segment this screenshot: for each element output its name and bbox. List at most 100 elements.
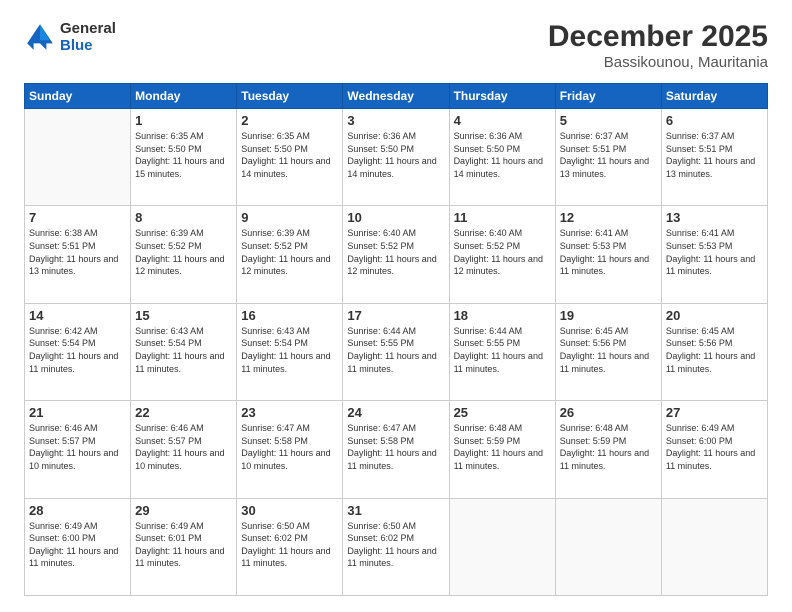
calendar-cell: 11Sunrise: 6:40 AMSunset: 5:52 PMDayligh… — [449, 206, 555, 303]
calendar-cell: 1 Sunrise: 6:35 AMSunset: 5:50 PMDaylight… — [131, 109, 237, 206]
day-number: 19 — [560, 308, 657, 323]
day-info: Sunrise: 6:36 AMSunset: 5:50 PMDaylight:… — [454, 130, 551, 180]
day-number: 18 — [454, 308, 551, 323]
calendar-cell — [555, 498, 661, 595]
day-number: 9 — [241, 210, 338, 225]
day-number: 26 — [560, 405, 657, 420]
calendar-week-row: 28 Sunrise: 6:49 AMSunset: 6:00 PMDayligh… — [25, 498, 768, 595]
day-number: 27 — [666, 405, 763, 420]
calendar-cell: 10 Sunrise: 6:40 AMSunset: 5:52 PMDayligh… — [343, 206, 449, 303]
day-info: Sunrise: 6:40 AMSunset: 5:52 PMDaylight:… — [347, 227, 444, 277]
day-info: Sunrise: 6:42 AMSunset: 5:54 PMDaylight:… — [29, 325, 126, 375]
location-title: Bassikounou, Mauritania — [548, 54, 768, 71]
calendar-cell: 26 Sunrise: 6:48 AMSunset: 5:59 PMDayligh… — [555, 401, 661, 498]
calendar-cell: 15 Sunrise: 6:43 AMSunset: 5:54 PMDayligh… — [131, 303, 237, 400]
day-number: 13 — [666, 210, 763, 225]
calendar-cell — [449, 498, 555, 595]
logo-text: General Blue — [60, 20, 116, 55]
calendar-cell: 27 Sunrise: 6:49 AMSunset: 6:00 PMDayligh… — [661, 401, 767, 498]
day-info: Sunrise: 6:46 AMSunset: 5:57 PMDaylight:… — [135, 422, 232, 472]
day-info: Sunrise: 6:47 AMSunset: 5:58 PMDaylight:… — [241, 422, 338, 472]
day-info: Sunrise: 6:39 AMSunset: 5:52 PMDaylight:… — [241, 227, 338, 277]
day-number: 1 — [135, 113, 232, 128]
day-info: Sunrise: 6:37 AMSunset: 5:51 PMDaylight:… — [560, 130, 657, 180]
day-info: Sunrise: 6:45 AMSunset: 5:56 PMDaylight:… — [666, 325, 763, 375]
calendar-week-row: 21 Sunrise: 6:46 AMSunset: 5:57 PMDayligh… — [25, 401, 768, 498]
day-number: 8 — [135, 210, 232, 225]
day-number: 28 — [29, 503, 126, 518]
calendar-cell: 8 Sunrise: 6:39 AMSunset: 5:52 PMDaylight… — [131, 206, 237, 303]
calendar-cell: 19 Sunrise: 6:45 AMSunset: 5:56 PMDayligh… — [555, 303, 661, 400]
day-info: Sunrise: 6:35 AMSunset: 5:50 PMDaylight:… — [135, 130, 232, 180]
calendar-table: SundayMondayTuesdayWednesdayThursdayFrid… — [24, 83, 768, 596]
day-number: 16 — [241, 308, 338, 323]
calendar-cell: 30Sunrise: 6:50 AMSunset: 6:02 PMDayligh… — [237, 498, 343, 595]
day-info: Sunrise: 6:40 AMSunset: 5:52 PMDaylight:… — [454, 227, 551, 277]
day-info: Sunrise: 6:49 AMSunset: 6:00 PMDaylight:… — [29, 520, 126, 570]
day-number: 4 — [454, 113, 551, 128]
calendar-cell: 22 Sunrise: 6:46 AMSunset: 5:57 PMDayligh… — [131, 401, 237, 498]
day-number: 7 — [29, 210, 126, 225]
weekday-header-thursday: Thursday — [449, 84, 555, 109]
weekday-header-sunday: Sunday — [25, 84, 131, 109]
day-number: 23 — [241, 405, 338, 420]
calendar-cell: 2Sunrise: 6:35 AMSunset: 5:50 PMDaylight… — [237, 109, 343, 206]
day-info: Sunrise: 6:39 AMSunset: 5:52 PMDaylight:… — [135, 227, 232, 277]
calendar-body: 1 Sunrise: 6:35 AMSunset: 5:50 PMDaylight… — [25, 109, 768, 596]
day-info: Sunrise: 6:44 AMSunset: 5:55 PMDaylight:… — [347, 325, 444, 375]
day-number: 25 — [454, 405, 551, 420]
day-number: 15 — [135, 308, 232, 323]
calendar-cell: 29 Sunrise: 6:49 AMSunset: 6:01 PMDayligh… — [131, 498, 237, 595]
day-info: Sunrise: 6:46 AMSunset: 5:57 PMDaylight:… — [29, 422, 126, 472]
calendar-cell: 14Sunrise: 6:42 AMSunset: 5:54 PMDayligh… — [25, 303, 131, 400]
day-info: Sunrise: 6:45 AMSunset: 5:56 PMDaylight:… — [560, 325, 657, 375]
day-number: 29 — [135, 503, 232, 518]
calendar-cell: 21 Sunrise: 6:46 AMSunset: 5:57 PMDayligh… — [25, 401, 131, 498]
calendar-cell: 23 Sunrise: 6:47 AMSunset: 5:58 PMDayligh… — [237, 401, 343, 498]
day-number: 12 — [560, 210, 657, 225]
day-number: 3 — [347, 113, 444, 128]
day-number: 21 — [29, 405, 126, 420]
calendar-header-row: SundayMondayTuesdayWednesdayThursdayFrid… — [25, 84, 768, 109]
day-number: 6 — [666, 113, 763, 128]
calendar-cell: 4 Sunrise: 6:36 AMSunset: 5:50 PMDaylight… — [449, 109, 555, 206]
day-number: 22 — [135, 405, 232, 420]
calendar-cell: 7 Sunrise: 6:38 AMSunset: 5:51 PMDaylight… — [25, 206, 131, 303]
day-info: Sunrise: 6:49 AMSunset: 6:01 PMDaylight:… — [135, 520, 232, 570]
calendar-cell: 17 Sunrise: 6:44 AMSunset: 5:55 PMDayligh… — [343, 303, 449, 400]
calendar-week-row: 14Sunrise: 6:42 AMSunset: 5:54 PMDayligh… — [25, 303, 768, 400]
weekday-header-friday: Friday — [555, 84, 661, 109]
title-block: December 2025 Bassikounou, Mauritania — [548, 20, 768, 71]
day-info: Sunrise: 6:41 AMSunset: 5:53 PMDaylight:… — [666, 227, 763, 277]
calendar-week-row: 1 Sunrise: 6:35 AMSunset: 5:50 PMDaylight… — [25, 109, 768, 206]
month-title: December 2025 — [548, 20, 768, 54]
day-number: 10 — [347, 210, 444, 225]
page: General Blue December 2025 Bassikounou, … — [0, 0, 792, 612]
calendar-cell: 25Sunrise: 6:48 AMSunset: 5:59 PMDayligh… — [449, 401, 555, 498]
calendar-cell: 6Sunrise: 6:37 AMSunset: 5:51 PMDaylight… — [661, 109, 767, 206]
day-info: Sunrise: 6:48 AMSunset: 5:59 PMDaylight:… — [560, 422, 657, 472]
day-number: 30 — [241, 503, 338, 518]
calendar-cell: 16 Sunrise: 6:43 AMSunset: 5:54 PMDayligh… — [237, 303, 343, 400]
calendar-cell: 12 Sunrise: 6:41 AMSunset: 5:53 PMDayligh… — [555, 206, 661, 303]
calendar-week-row: 7 Sunrise: 6:38 AMSunset: 5:51 PMDaylight… — [25, 206, 768, 303]
calendar-cell: 5 Sunrise: 6:37 AMSunset: 5:51 PMDaylight… — [555, 109, 661, 206]
calendar-cell: 3Sunrise: 6:36 AMSunset: 5:50 PMDaylight… — [343, 109, 449, 206]
calendar-cell: 13 Sunrise: 6:41 AMSunset: 5:53 PMDayligh… — [661, 206, 767, 303]
logo: General Blue — [24, 20, 116, 55]
day-info: Sunrise: 6:50 AMSunset: 6:02 PMDaylight:… — [347, 520, 444, 570]
day-info: Sunrise: 6:38 AMSunset: 5:51 PMDaylight:… — [29, 227, 126, 277]
day-number: 17 — [347, 308, 444, 323]
calendar-cell: 24Sunrise: 6:47 AMSunset: 5:58 PMDayligh… — [343, 401, 449, 498]
logo-icon — [24, 21, 56, 53]
calendar-cell: 20Sunrise: 6:45 AMSunset: 5:56 PMDayligh… — [661, 303, 767, 400]
day-number: 5 — [560, 113, 657, 128]
weekday-header-saturday: Saturday — [661, 84, 767, 109]
day-info: Sunrise: 6:43 AMSunset: 5:54 PMDaylight:… — [135, 325, 232, 375]
calendar-cell: 18Sunrise: 6:44 AMSunset: 5:55 PMDayligh… — [449, 303, 555, 400]
day-info: Sunrise: 6:49 AMSunset: 6:00 PMDaylight:… — [666, 422, 763, 472]
day-info: Sunrise: 6:35 AMSunset: 5:50 PMDaylight:… — [241, 130, 338, 180]
day-info: Sunrise: 6:43 AMSunset: 5:54 PMDaylight:… — [241, 325, 338, 375]
day-info: Sunrise: 6:41 AMSunset: 5:53 PMDaylight:… — [560, 227, 657, 277]
calendar-cell — [661, 498, 767, 595]
